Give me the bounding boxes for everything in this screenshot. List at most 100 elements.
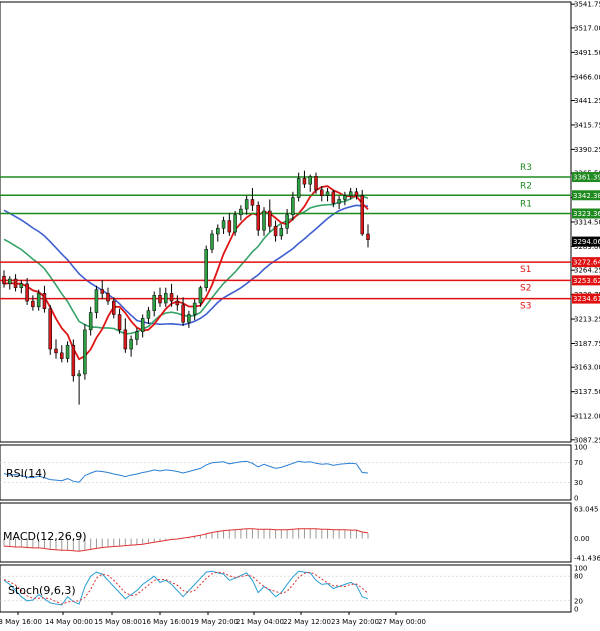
rsi-label: RSI(14)	[6, 467, 46, 480]
candle-body	[291, 197, 295, 216]
candle-body	[8, 278, 12, 285]
macd-tick-label: 0.00	[574, 535, 590, 543]
candle-body	[210, 233, 214, 250]
candle-body	[268, 210, 272, 227]
candle-body	[198, 287, 203, 304]
candle-body	[112, 300, 116, 315]
price-tick-label: 3517.00	[574, 24, 600, 32]
candle-body	[65, 344, 70, 359]
candle-body	[158, 295, 162, 304]
candle-body	[314, 176, 318, 191]
level-name-s2: S2	[520, 283, 531, 293]
price-tick-label: 3213.25	[574, 316, 600, 324]
candle-body	[296, 178, 301, 198]
candle-body	[302, 178, 307, 185]
candle-body	[83, 329, 87, 375]
level-price-label: 3272.64	[573, 259, 600, 267]
level-name-r1: R1	[520, 200, 532, 210]
macd-tick-label: 63.045	[574, 506, 599, 514]
candle-body	[60, 352, 64, 359]
candle-body	[256, 204, 260, 231]
price-tick-label: 3163.00	[574, 364, 600, 372]
time-tick-label: 14 May 00:00	[45, 618, 93, 626]
candle-body	[250, 199, 255, 206]
moving-average-slow-line	[3, 204, 369, 326]
candle-body	[123, 329, 128, 350]
candle-body	[42, 293, 47, 310]
level-price-label: 3361.39	[573, 174, 600, 182]
price-tick-label: 3187.75	[574, 340, 600, 348]
candle-body	[343, 195, 347, 200]
candle-body	[331, 191, 336, 204]
candle-body	[227, 220, 232, 233]
price-tick-label: 3137.50	[574, 388, 600, 396]
candle-body	[279, 227, 284, 237]
candle-body	[325, 191, 330, 196]
candle-body	[129, 339, 133, 350]
level-name-s1: S1	[520, 265, 531, 275]
level-name-r2: R2	[520, 181, 532, 191]
time-tick-label: 22 May 12:00	[283, 618, 331, 626]
stoch-label: Stoch(9,6,3)	[8, 584, 76, 597]
candle-body	[13, 278, 18, 288]
candle-body	[140, 318, 145, 333]
candle-body	[88, 312, 93, 331]
price-tick-label: 3466.00	[574, 73, 600, 81]
candle-body	[308, 176, 312, 185]
candle-body	[192, 302, 197, 315]
price-tick-label: 3441.25	[574, 97, 600, 105]
candle-body	[94, 289, 99, 313]
level-name-s3: S3	[520, 302, 531, 312]
candle-body	[354, 191, 359, 196]
price-tick-label: 3264.25	[574, 267, 600, 275]
stoch-tick-label: 0	[574, 606, 578, 614]
time-tick-label: 21 May 04:00	[236, 618, 284, 626]
level-price-label: 3342.38	[573, 192, 600, 200]
candle-body	[366, 233, 370, 240]
time-tick-label: 15 May 08:00	[94, 618, 142, 626]
price-tick-label: 3541.75	[574, 1, 600, 9]
price-tick-label: 3390.25	[574, 146, 600, 154]
level-name-r3: R3	[520, 163, 532, 173]
candle-body	[164, 293, 168, 304]
moving-average-fast-line	[3, 185, 369, 361]
time-tick-label: 19 May 20:00	[190, 618, 238, 626]
candle-body	[262, 210, 266, 231]
time-tick-label: 16 May 16:00	[142, 618, 190, 626]
time-tick-label: 27 May 00:00	[378, 618, 426, 626]
candle-body	[244, 199, 249, 210]
price-tick-label: 3314.50	[574, 219, 600, 227]
candle-body	[233, 214, 237, 233]
level-price-label: 3234.61	[573, 295, 600, 303]
rsi-tick-label: 70	[574, 459, 583, 467]
candle-body	[169, 293, 174, 302]
candle-body	[204, 249, 208, 288]
price-tick-label: 3491.50	[574, 49, 600, 57]
candle-body	[187, 314, 191, 323]
candle-body	[106, 293, 110, 302]
panel-frame	[0, 444, 572, 501]
price-tick-label: 3415.75	[574, 121, 600, 129]
moving-average-mid-line	[3, 195, 369, 335]
candle-body	[216, 227, 220, 235]
candle-body	[285, 214, 289, 229]
rsi-tick-label: 100	[574, 444, 587, 452]
stoch-tick-label: 100	[574, 565, 587, 573]
candle-body	[36, 293, 41, 308]
candle-body	[152, 295, 156, 311]
trading-chart: 3541.75 3517.00 3491.50 3466.00 3441.25 3415.…	[0, 1, 600, 626]
stoch-tick-label: 80	[574, 573, 583, 581]
candle-body	[19, 283, 24, 288]
time-tick-label: 23 May 20:00	[331, 618, 379, 626]
candle-body	[360, 195, 364, 235]
candle-body	[117, 314, 122, 331]
rsi-tick-label: 30	[574, 479, 583, 487]
candle-body	[175, 300, 180, 306]
price-tick-label: 3112.00	[574, 413, 600, 421]
candle-body	[273, 226, 278, 237]
panel-frame	[0, 564, 572, 613]
candle-body	[221, 220, 226, 229]
time-tick-label: 13 May 16:00	[0, 618, 42, 626]
stoch-tick-label: 20	[574, 597, 583, 605]
candle-body	[31, 300, 35, 308]
